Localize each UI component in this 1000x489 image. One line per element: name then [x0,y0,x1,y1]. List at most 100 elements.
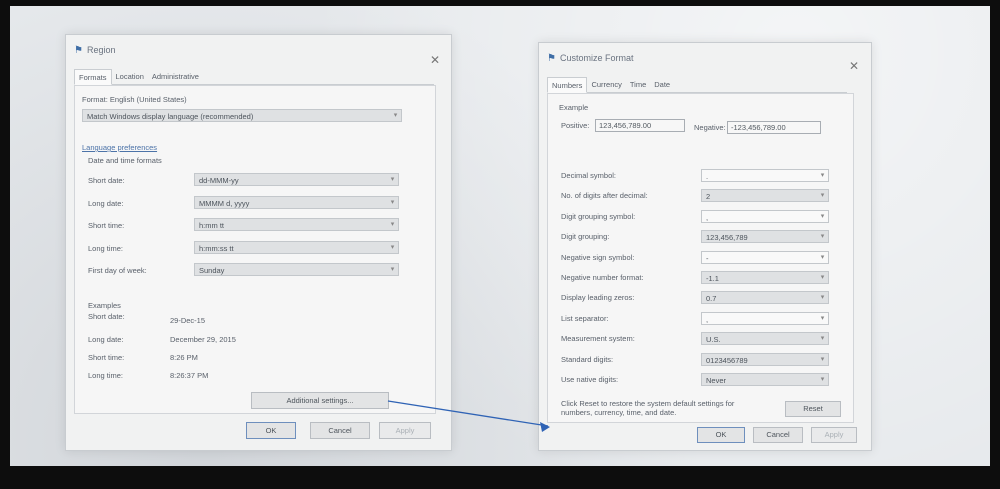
chevron-down-icon: ▾ [820,212,825,220]
chevron-down-icon: ▾ [390,221,395,228]
customize-apply-button: Apply [811,427,857,443]
long-date-label: Long date: [88,199,124,208]
customize-tabs: Numbers Currency Time Date [547,77,847,93]
example-short-time-value: 8:26 PM [170,353,198,362]
measurement-system-dropdown[interactable]: U.S. ▾ [701,332,829,346]
region-ok-button[interactable]: OK [246,422,296,439]
chevron-down-icon: ▾ [390,266,395,273]
format-dropdown[interactable]: Match Windows display language (recommen… [82,109,402,122]
negative-number-format-dropdown[interactable]: -1.1 ▾ [701,271,829,284]
tab-currency[interactable]: Currency [587,77,625,92]
negative-label: Negative: [694,123,726,132]
short-date-label: Short date: [88,176,125,185]
customize-ok-button[interactable]: OK [697,427,745,443]
example-long-time-label: Long time: [88,371,124,380]
measurement-system-label: Measurement system: [561,334,635,344]
language-preferences-link[interactable]: Language preferences [82,143,157,152]
region-tabs: Formats Location Administrative [74,69,434,85]
region-title: Region [86,45,116,55]
long-time-label: Long time: [88,244,124,253]
use-native-digits-label: Use native digits: [561,375,619,384]
example-short-time-label: Short time: [88,353,125,362]
chevron-down-icon: ▾ [820,172,825,179]
use-native-digits-value: Never [706,376,727,385]
example-short-date-value: 29-Dec-15 [170,316,206,325]
list-separator-label: List separator: [561,313,609,323]
monitor-screen: ⚑ Region ✕ Formats Location Administrativ… [10,6,990,466]
standard-digits-dropdown[interactable]: 0123456789 ▾ [701,352,829,366]
decimal-symbol-label: Decimal symbol: [561,171,617,180]
tab-administrative[interactable]: Administrative [148,69,203,84]
display-leading-zeros-dropdown[interactable]: 0.7 ▾ [701,291,829,305]
format-dropdown-value: Match Windows display language (recommen… [87,112,254,121]
chevron-down-icon: ▾ [390,176,395,183]
chevron-down-icon: ▾ [820,335,825,343]
short-time-label: Short time: [88,221,125,230]
example-long-time-value: 8:26:37 PM [170,371,209,380]
digit-grouping-dropdown[interactable]: 123,456,789 ▾ [701,230,829,244]
chevron-down-icon: ▾ [820,233,825,241]
long-date-dropdown[interactable]: MMMM d, yyyy ▾ [194,196,399,209]
digits-after-decimal-label: No. of digits after decimal: [561,191,648,201]
tab-numbers[interactable]: Numbers [547,77,588,93]
short-date-dropdown[interactable]: dd-MMM-yy ▾ [194,173,399,186]
negative-sign-symbol-dropdown[interactable]: - ▾ [701,250,829,264]
format-label: Format: English (United States) [82,95,187,104]
display-leading-zeros-label: Display leading zeros: [561,293,635,303]
negative-sample: -123,456,789.00 [727,121,821,134]
short-date-value: dd-MMM-yy [199,176,239,185]
long-time-dropdown[interactable]: h:mm:ss tt ▾ [194,241,399,254]
customize-format-dialog: ⚑ Customize Format ✕ Numbers Currency Tim… [538,42,872,451]
tab-location[interactable]: Location [112,69,148,84]
long-date-value: MMMM d, yyyy [199,199,250,208]
tab-time[interactable]: Time [626,77,650,92]
chevron-down-icon: ▾ [393,112,398,119]
chevron-down-icon: ▾ [820,274,825,281]
example-long-date-value: December 29, 2015 [170,335,236,344]
chevron-down-icon: ▾ [390,199,395,206]
additional-settings-button[interactable]: Additional settings... [251,392,389,409]
display-leading-zeros-value: 0.7 [706,294,717,304]
reset-note: Click Reset to restore the system defaul… [561,399,735,417]
examples-heading: Examples [88,301,121,310]
decimal-symbol-dropdown[interactable]: . ▾ [701,169,829,182]
long-time-value: h:mm:ss tt [199,244,234,253]
chevron-down-icon: ▾ [820,192,825,200]
negative-number-format-value: -1.1 [706,274,719,283]
example-short-date-label: Short date: [88,312,125,321]
example-long-date-label: Long date: [88,335,124,344]
reset-button[interactable]: Reset [785,401,841,417]
format-icon: ⚑ [547,53,556,64]
region-cancel-button[interactable]: Cancel [310,422,370,439]
first-day-of-week-label: First day of week: [88,266,147,275]
digit-grouping-symbol-label: Digit grouping symbol: [561,211,636,221]
chevron-down-icon: ▾ [820,253,825,261]
first-day-of-week-dropdown[interactable]: Sunday ▾ [194,263,399,276]
standard-digits-value: 0123456789 [706,355,748,365]
negative-sign-symbol-value: - [706,253,709,263]
region-dialog: ⚑ Region ✕ Formats Location Administrativ… [65,34,452,451]
short-time-dropdown[interactable]: h:mm tt ▾ [194,218,399,231]
negative-number-format-label: Negative number format: [561,273,644,282]
digits-after-decimal-dropdown[interactable]: 2 ▾ [701,189,829,203]
chevron-down-icon: ▾ [820,294,825,302]
digit-grouping-symbol-dropdown[interactable]: , ▾ [701,209,829,223]
close-icon[interactable]: ✕ [430,53,440,67]
positive-sample: 123,456,789.00 [595,119,685,132]
tab-date[interactable]: Date [650,77,674,92]
list-separator-dropdown[interactable]: , ▾ [701,311,829,325]
standard-digits-label: Standard digits: [561,354,614,364]
tab-formats[interactable]: Formats [74,69,112,85]
digits-after-decimal-value: 2 [706,192,711,202]
positive-label: Positive: [561,121,590,130]
customize-title: Customize Format [559,53,634,63]
customize-cancel-button[interactable]: Cancel [753,427,803,443]
measurement-system-value: U.S. [706,335,721,345]
chevron-down-icon: ▾ [820,355,825,363]
close-icon[interactable]: ✕ [849,59,859,73]
digit-grouping-label: Digit grouping: [561,232,610,242]
short-time-value: h:mm tt [199,221,225,230]
negative-sign-symbol-label: Negative sign symbol: [561,252,635,262]
region-apply-button: Apply [379,422,431,439]
use-native-digits-dropdown[interactable]: Never ▾ [701,373,829,386]
